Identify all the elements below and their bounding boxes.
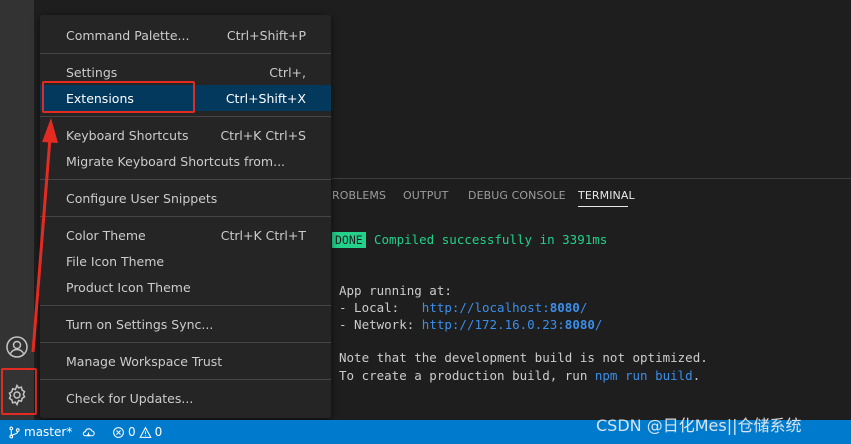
problems-status[interactable]: 0 0	[112, 420, 162, 444]
git-branch-icon	[9, 426, 20, 438]
menu-item-settings-sync[interactable]: Turn on Settings Sync...	[40, 311, 331, 337]
branch-name: master*	[24, 425, 73, 439]
accounts-icon[interactable]	[0, 330, 34, 364]
menu-item-manage-workspace-trust[interactable]: Manage Workspace Trust	[40, 348, 331, 374]
prod-build-line: To create a production build, run npm ru…	[339, 368, 701, 383]
local-line: - Local: http://localhost:8080/	[339, 300, 587, 315]
activity-bar	[0, 0, 34, 420]
tab-problems[interactable]: ROBLEMS	[332, 189, 386, 202]
menu-separator	[40, 116, 331, 117]
done-badge: DONE	[332, 232, 366, 248]
menu-item-file-icon-theme[interactable]: File Icon Theme	[40, 248, 331, 274]
menu-separator	[40, 305, 331, 306]
menu-item-configure-user-snippets[interactable]: Configure User Snippets	[40, 185, 331, 211]
error-icon	[113, 426, 124, 438]
tab-output[interactable]: OUTPUT	[403, 189, 448, 202]
menu-item-command-palette[interactable]: Command Palette... Ctrl+Shift+P	[40, 22, 331, 48]
menu-item-check-for-updates[interactable]: Check for Updates...	[40, 385, 331, 411]
menu-item-migrate-keyboard-shortcuts[interactable]: Migrate Keyboard Shortcuts from...	[40, 148, 331, 174]
error-count: 0	[128, 425, 136, 439]
menu-item-color-theme[interactable]: Color Theme Ctrl+K Ctrl+T	[40, 222, 331, 248]
branch-status[interactable]: master*	[8, 420, 72, 444]
network-label: - Network:	[339, 317, 422, 332]
note-line: Note that the development build is not o…	[339, 350, 708, 365]
app-running-line: App running at:	[339, 283, 452, 298]
menu-separator	[40, 179, 331, 180]
active-tab-indicator	[578, 206, 628, 207]
compiled-message: Compiled successfully in 3391ms	[374, 232, 608, 247]
menu-separator	[40, 216, 331, 217]
tab-debug-console[interactable]: DEBUG CONSOLE	[468, 189, 566, 202]
network-url[interactable]: http://172.16.0.23:8080/	[422, 317, 603, 332]
menu-separator	[40, 379, 331, 380]
editor-area	[332, 0, 851, 178]
manage-menu: Command Palette... Ctrl+Shift+P Settings C…	[40, 15, 331, 418]
cloud-sync-icon	[82, 427, 95, 436]
menu-item-keyboard-shortcuts[interactable]: Keyboard Shortcuts Ctrl+K Ctrl+S	[40, 122, 331, 148]
extensions-highlight-box	[42, 81, 195, 113]
local-url[interactable]: http://localhost:8080/	[422, 300, 588, 315]
gear-highlight-box	[1, 368, 37, 415]
menu-item-product-icon-theme[interactable]: Product Icon Theme	[40, 274, 331, 300]
warning-count: 0	[154, 425, 163, 439]
menu-separator	[40, 53, 331, 54]
network-line: - Network: http://172.16.0.23:8080/	[339, 317, 602, 332]
sync-status[interactable]	[82, 420, 95, 444]
npm-run-build-command: npm run build	[594, 368, 693, 383]
local-label: - Local:	[339, 300, 422, 315]
warning-icon	[138, 426, 152, 438]
tab-terminal[interactable]: TERMINAL	[578, 189, 635, 202]
watermark: CSDN @日化Mes||仓储系统	[596, 416, 802, 435]
menu-separator	[40, 342, 331, 343]
panel: ROBLEMS OUTPUT DEBUG CONSOLE TERMINAL DO…	[332, 178, 851, 421]
